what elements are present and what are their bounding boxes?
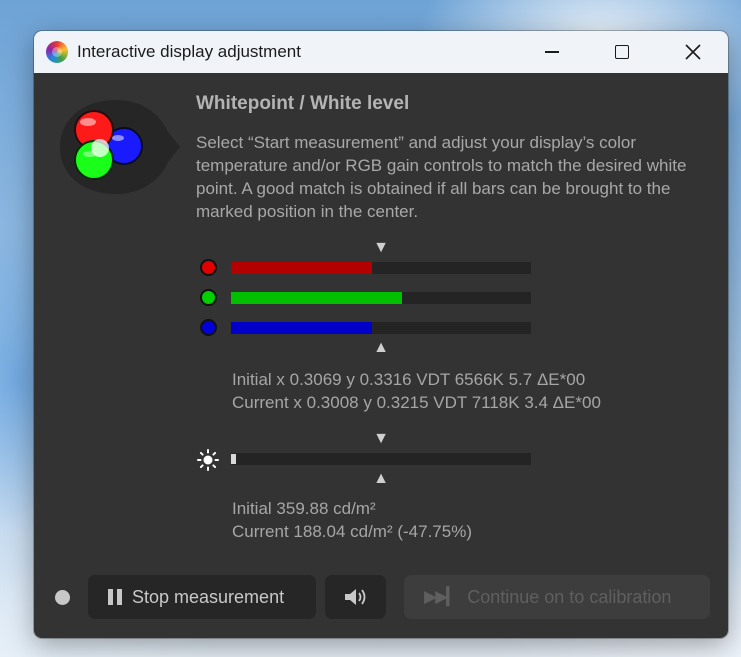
target-marker-top-icon: ▼ [373, 239, 389, 256]
measurement-status-indicator [55, 590, 70, 605]
rgb-logo [60, 100, 180, 194]
continue-calibration-button[interactable]: ▶▶▎ Continue on to calibration [404, 575, 710, 619]
window-title: Interactive display adjustment [77, 42, 301, 61]
instructions-text: Select “Start measurement” and adjust yo… [196, 133, 687, 221]
continue-calibration-label: Continue on to calibration [467, 586, 672, 607]
whitepoint-current: Current x 0.3008 y 0.3215 VDT 7118K 3.4 … [232, 393, 601, 412]
luminance-current: Current 188.04 cd/m² (-47.75%) [232, 522, 472, 541]
maximize-icon [615, 45, 629, 59]
red-channel-fill [231, 262, 372, 274]
green-channel-bar [231, 292, 531, 304]
luminance-target-top-icon: ▼ [373, 430, 389, 447]
blue-channel-bar [231, 322, 531, 334]
pause-icon [108, 589, 122, 605]
luminance-fill [231, 454, 236, 464]
close-icon [685, 44, 701, 60]
section-heading: Whitepoint / White level [196, 93, 410, 114]
blue-channel-icon [200, 319, 217, 336]
skip-forward-icon: ▶▶▎ [424, 587, 459, 606]
red-channel-icon [200, 259, 217, 276]
sound-toggle-button[interactable] [325, 575, 386, 619]
red-channel-bar [231, 262, 531, 274]
minimize-icon [545, 51, 559, 53]
minimize-button[interactable] [529, 31, 575, 73]
maximize-button[interactable] [599, 31, 645, 73]
luminance-initial: Initial 359.88 cd/m² [232, 499, 376, 518]
brightness-icon [197, 449, 219, 471]
blue-channel-fill [231, 322, 372, 334]
luminance-target-bottom-icon: ▲ [373, 470, 389, 487]
whitepoint-initial: Initial x 0.3069 y 0.3316 VDT 6566K 5.7 … [232, 370, 586, 389]
green-channel-icon [200, 289, 217, 306]
stop-measurement-button[interactable]: Stop measurement [88, 575, 316, 619]
green-channel-fill [231, 292, 402, 304]
stop-measurement-label: Stop measurement [132, 586, 285, 607]
target-marker-bottom-icon: ▲ [373, 339, 389, 356]
luminance-bar [231, 453, 531, 465]
title-bar[interactable]: Interactive display adjustment [34, 31, 728, 73]
adjustment-window: Interactive display adjustment Whitepoin… [34, 31, 728, 638]
close-button[interactable] [670, 31, 716, 73]
speaker-icon [344, 589, 365, 605]
app-icon [46, 41, 68, 63]
